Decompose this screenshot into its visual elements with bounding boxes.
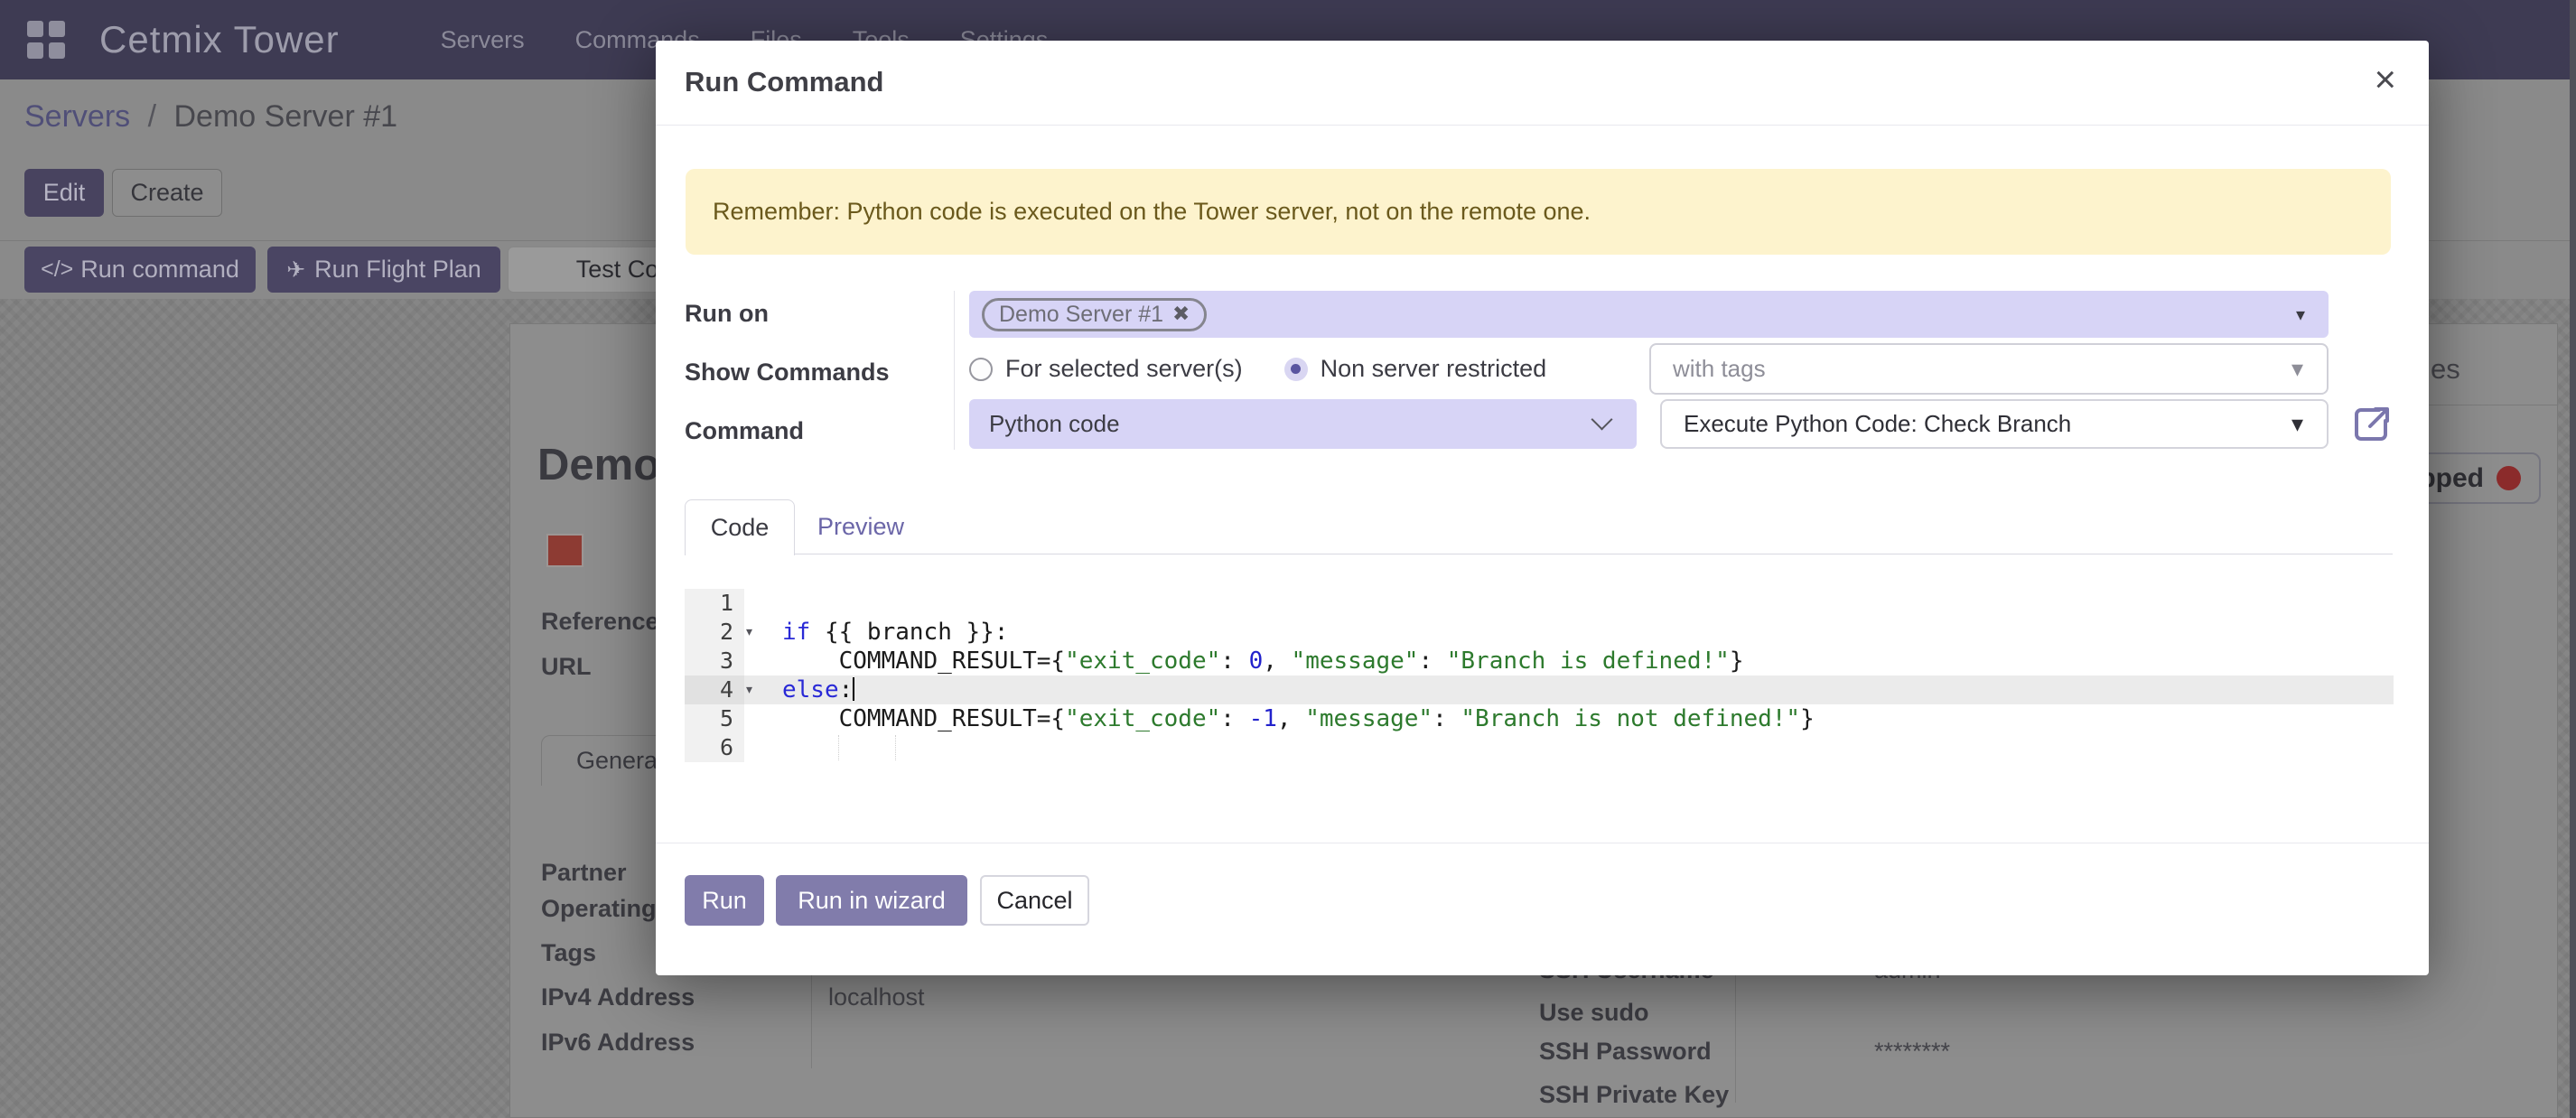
code-line-6[interactable]: 6	[685, 733, 2394, 762]
tab-code-label: Code	[711, 514, 770, 542]
ipv4-label: IPv4 Address	[541, 983, 695, 1011]
url-label: URL	[541, 653, 592, 681]
run-command-button[interactable]: </> Run command	[24, 247, 256, 293]
partner-label: Partner	[541, 859, 627, 887]
tab-preview-label: Preview	[817, 513, 904, 541]
code-text: COMMAND_RESULT={"exit_code": 0, "message…	[782, 647, 1743, 675]
cancel-button[interactable]: Cancel	[980, 875, 1089, 926]
command-type-select[interactable]: Python code	[969, 399, 1637, 449]
with-tags-placeholder: with tags	[1673, 355, 1766, 383]
use-sudo-label: Use sudo	[1539, 999, 1649, 1027]
fold-icon[interactable]: ▾	[746, 625, 752, 639]
run-command-modal: Run Command × Remember: Python code is e…	[656, 41, 2429, 975]
stat-button-fragment[interactable]: es	[2431, 353, 2460, 386]
line-number: 3	[685, 647, 744, 675]
fold-icon[interactable]: ▾	[746, 683, 752, 697]
header-divider	[656, 125, 2429, 126]
code-line-2[interactable]: 2▾ if {{ branch }}:	[685, 618, 2394, 647]
indent-guide	[895, 735, 896, 760]
code-line-3[interactable]: 3 COMMAND_RESULT={"exit_code": 0, "messa…	[685, 647, 2394, 675]
code-editor[interactable]: 12▾if {{ branch }}:3 COMMAND_RESULT={"ex…	[685, 589, 2394, 762]
run-in-wizard-button[interactable]: Run in wizard	[776, 875, 967, 926]
line-number: 4	[685, 675, 744, 704]
nav-item-servers[interactable]: Servers	[441, 26, 525, 54]
server-tag: Demo Server #1 ✖	[982, 298, 1207, 331]
server-tag-label: Demo Server #1	[999, 302, 1163, 328]
grid-square	[49, 21, 65, 37]
close-icon[interactable]: ×	[2374, 61, 2396, 98]
ipv6-label: IPv6 Address	[541, 1029, 695, 1057]
code-line-4[interactable]: 4▾ else:	[685, 675, 2394, 704]
brand-title: Cetmix Tower	[99, 18, 340, 61]
column-divider	[1735, 967, 1736, 1103]
edit-button[interactable]: Edit	[24, 169, 104, 217]
chevron-down-icon: ▾	[2296, 303, 2305, 325]
command-record-select[interactable]: Execute Python Code: Check Branch ▾	[1660, 399, 2329, 449]
breadcrumb: Servers / Demo Server #1	[24, 99, 397, 135]
grid-square	[27, 21, 43, 37]
modal-title: Run Command	[685, 66, 883, 98]
run-on-field[interactable]: Demo Server #1 ✖ ▾	[969, 291, 2329, 338]
chevron-down-icon: ▾	[2291, 411, 2303, 438]
line-number: 6	[685, 733, 744, 762]
tab-code[interactable]: Code	[685, 499, 795, 555]
breadcrumb-servers-link[interactable]: Servers	[24, 99, 130, 134]
text-cursor	[853, 677, 854, 701]
code-text: else:	[782, 675, 854, 704]
line-number: 1	[685, 589, 744, 618]
show-commands-radio-group: For selected server(s) Non server restri…	[969, 343, 1546, 395]
plane-icon: ✈	[286, 256, 305, 283]
status-red-dot-icon	[2497, 466, 2521, 490]
line-number: 2	[685, 618, 744, 647]
reference-label: Reference	[541, 608, 659, 636]
radio-selected-servers-label[interactable]: For selected server(s)	[1005, 355, 1243, 383]
warning-banner: Remember: Python code is executed on the…	[686, 169, 2391, 255]
grid-square	[27, 42, 43, 59]
show-commands-label: Show Commands	[685, 359, 890, 387]
command-record-value: Execute Python Code: Check Branch	[1684, 410, 2071, 438]
run-on-label: Run on	[685, 300, 769, 328]
radio-selected-servers[interactable]	[969, 358, 993, 381]
breadcrumb-separator: /	[148, 99, 156, 134]
tag-remove-icon[interactable]: ✖	[1172, 303, 1190, 326]
line-number: 5	[685, 704, 744, 733]
indent-guide	[838, 735, 839, 760]
screen: Cetmix Tower Servers Commands Files Tool…	[0, 0, 2576, 1118]
code-text: COMMAND_RESULT={"exit_code": -1, "messag…	[782, 704, 1815, 733]
chevron-down-icon: ▾	[2291, 356, 2303, 383]
chevron-down-icon	[1591, 408, 1612, 430]
tab-preview[interactable]: Preview	[793, 499, 929, 554]
ipv4-value: localhost	[828, 983, 925, 1011]
run-button[interactable]: Run	[685, 875, 764, 926]
code-line-5[interactable]: 5 COMMAND_RESULT={"exit_code": -1, "mess…	[685, 704, 2394, 733]
command-type-value: Python code	[989, 410, 1120, 438]
server-color-swatch[interactable]	[546, 534, 583, 567]
run-flight-plan-button[interactable]: ✈ Run Flight Plan	[267, 247, 500, 293]
external-link-icon[interactable]	[2352, 405, 2392, 444]
warning-text: Remember: Python code is executed on the…	[713, 198, 1591, 226]
form-label-divider	[954, 291, 955, 450]
run-flight-plan-label: Run Flight Plan	[314, 256, 481, 284]
radio-non-restricted-label[interactable]: Non server restricted	[1321, 355, 1547, 383]
ssh-password-value: ********	[1874, 1038, 1950, 1066]
grid-square	[49, 42, 65, 59]
ssh-password-label: SSH Password	[1539, 1038, 1712, 1066]
run-command-label: Run command	[80, 256, 239, 284]
create-button[interactable]: Create	[112, 169, 222, 217]
with-tags-select[interactable]: with tags ▾	[1649, 343, 2329, 395]
column-divider	[811, 973, 812, 1068]
tab-general-label: General	[576, 747, 663, 775]
radio-non-restricted[interactable]	[1284, 358, 1308, 381]
page-scrollbar[interactable]	[2570, 0, 2576, 1118]
tags-label: Tags	[541, 939, 596, 967]
command-label: Command	[685, 417, 804, 445]
apps-grid-icon[interactable]	[27, 21, 65, 59]
breadcrumb-current: Demo Server #1	[174, 99, 398, 134]
code-text: if {{ branch }}:	[782, 618, 1008, 647]
ssh-private-key-label: SSH Private Key	[1539, 1081, 1729, 1109]
code-line-1[interactable]: 1	[685, 589, 2394, 618]
code-icon: </>	[41, 256, 73, 283]
